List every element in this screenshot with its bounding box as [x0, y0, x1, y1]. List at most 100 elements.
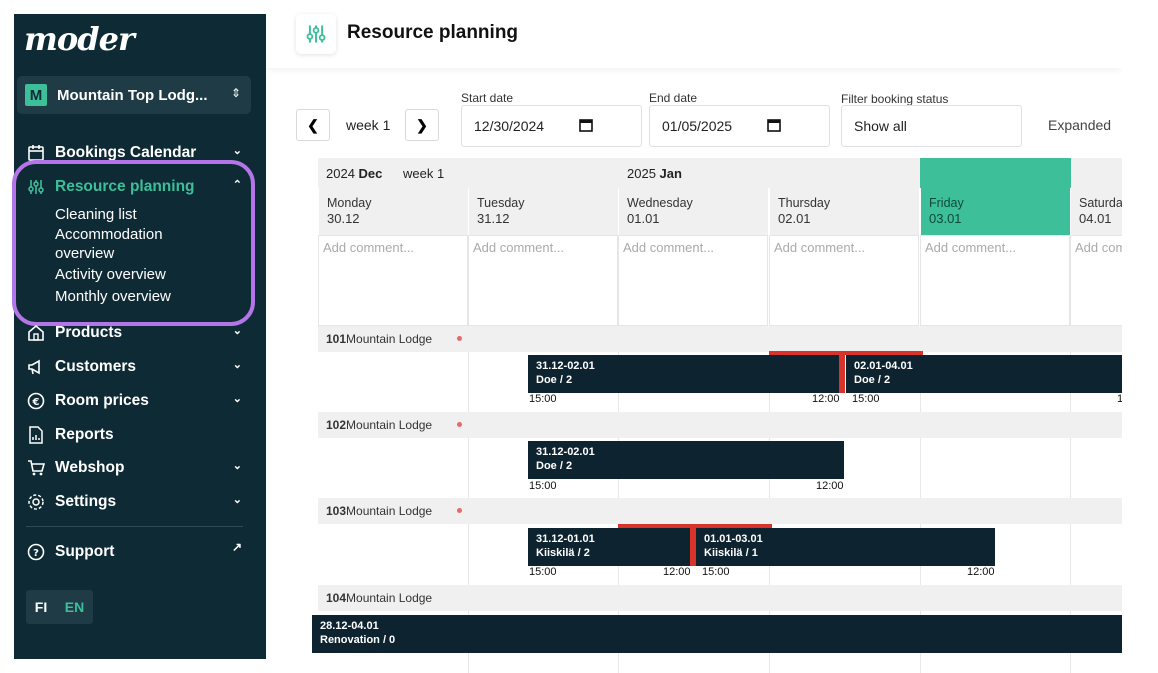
chevron-updown-icon: ⇕	[230, 86, 241, 100]
gear-icon	[26, 492, 46, 512]
end-date-input[interactable]: 01/05/2025	[649, 105, 830, 147]
room-row-104[interactable]: 104Mountain Lodge	[318, 585, 1122, 611]
comment-field[interactable]: Add comment...	[1070, 235, 1122, 326]
start-date-value: 12/30/2024	[474, 118, 545, 134]
external-link-icon: ↗	[231, 540, 242, 554]
nav-label: Settings	[55, 493, 117, 510]
nav-settings[interactable]: Settings ⌄	[26, 489, 244, 515]
nav-reports[interactable]: Reports	[26, 422, 244, 448]
moder-logo: moder	[24, 20, 135, 58]
lang-fi[interactable]: FI	[35, 599, 47, 615]
nav-support[interactable]: ? Support ↗	[26, 539, 244, 565]
day-header: Tuesday 31.12	[468, 188, 618, 235]
chevron-left-icon: ❮	[307, 116, 319, 133]
filter-status-select[interactable]: Show all	[841, 105, 1022, 147]
status-dot	[457, 336, 462, 341]
room-row-103[interactable]: 103Mountain Lodge	[318, 498, 1122, 524]
checkin-time: 15:00	[852, 393, 880, 405]
today-column-top	[920, 158, 1071, 188]
end-date-label: End date	[649, 91, 698, 105]
week-label-grid: week 1	[403, 166, 445, 181]
status-dot	[457, 422, 462, 427]
expanded-toggle[interactable]: Expanded	[1048, 117, 1111, 133]
day-header-today: Friday 03.01	[920, 188, 1070, 235]
start-date-input[interactable]: 12/30/2024	[461, 105, 642, 147]
checkout-time: 12:00	[816, 480, 844, 492]
checkin-time: 15:00	[529, 566, 557, 578]
comment-field[interactable]: Add comment...	[920, 235, 1070, 326]
nav-label: Room prices	[55, 392, 149, 409]
top-bar: Resource planning	[266, 0, 1122, 68]
sidebar-divider	[26, 526, 243, 527]
nav-customers[interactable]: Customers ⌄	[26, 354, 244, 380]
room-row-102[interactable]: 102Mountain Lodge	[318, 412, 1122, 438]
booking-block[interactable]: 31.12-02.01 Doe / 2	[528, 355, 844, 393]
booking-block[interactable]: 31.12-01.01 Kiiskilä / 2	[528, 528, 693, 566]
calendar-icon[interactable]	[579, 118, 593, 135]
comment-field[interactable]: Add comment...	[468, 235, 618, 326]
filter-status-label: Filter booking status	[841, 92, 949, 106]
nav-room-prices[interactable]: € Room prices ⌄	[26, 388, 244, 414]
day-header: Saturday04.01	[1070, 188, 1122, 235]
comment-field[interactable]: Add comment...	[769, 235, 919, 326]
org-name: Mountain Top Lodg...	[57, 86, 208, 104]
status-dot	[457, 508, 462, 513]
checkout-time: 12:00	[967, 566, 995, 578]
next-week-button[interactable]: ❯	[405, 109, 439, 141]
comment-field[interactable]: Add comment...	[618, 235, 768, 326]
conflict-marker	[839, 355, 845, 393]
nav-products[interactable]: Products ⌄	[26, 320, 244, 346]
resource-grid: 2024 Dec week 1 2025 Jan Monday 30.12 Tue…	[312, 158, 1122, 673]
language-switcher[interactable]: FI EN	[26, 590, 93, 624]
help-icon: ?	[26, 542, 46, 562]
checkout-time: 12:00	[812, 393, 840, 405]
nav-webshop[interactable]: Webshop ⌄	[26, 455, 244, 481]
nav-label: Support	[55, 543, 115, 560]
booking-block-renovation[interactable]: 28.12-04.01 Renovation / 0	[312, 615, 1122, 653]
chevron-down-icon: ⌄	[232, 494, 242, 506]
chevron-down-icon: ⌄	[232, 325, 242, 337]
checkout-time: 1	[1117, 393, 1122, 405]
sliders-icon	[296, 14, 336, 54]
booking-block[interactable]: 31.12-02.01 Doe / 2	[528, 441, 844, 479]
checkin-time: 15:00	[529, 393, 557, 405]
month-label-jan: 2025 Jan	[627, 166, 682, 181]
chevron-down-icon: ⌄	[232, 460, 242, 472]
report-icon	[26, 425, 46, 445]
week-label: week 1	[346, 117, 391, 133]
selection-highlight	[12, 160, 255, 326]
lang-en[interactable]: EN	[65, 599, 84, 615]
day-header: Wednesday 01.01	[618, 188, 768, 235]
prev-week-button[interactable]: ❮	[296, 109, 330, 141]
room-row-101[interactable]: 101Mountain Lodge	[318, 326, 1122, 352]
sidebar: moder M Mountain Top Lodg... ⇕ Bookings …	[12, 14, 266, 659]
end-date-value: 01/05/2025	[662, 118, 733, 134]
svg-text:?: ?	[33, 548, 39, 559]
nav-label: Webshop	[55, 459, 125, 476]
euro-icon: €	[26, 391, 46, 411]
booking-block[interactable]: 01.01-03.01 Kiiskilä / 1	[696, 528, 995, 566]
nav-label: Products	[55, 324, 123, 341]
chevron-down-icon: ⌄	[232, 359, 242, 371]
calendar-icon[interactable]	[767, 118, 781, 135]
nav-label: Customers	[55, 358, 136, 375]
checkout-time: 12:00	[663, 566, 691, 578]
chevron-right-icon: ❯	[416, 116, 428, 133]
nav-label: Reports	[55, 426, 114, 443]
comment-field[interactable]: Add comment...	[318, 235, 468, 326]
day-header: Thursday 02.01	[769, 188, 919, 235]
main-content: Resource planning ❮ week 1 ❯ Start date …	[266, 0, 1122, 673]
page-title: Resource planning	[347, 22, 519, 43]
filter-status-value: Show all	[854, 118, 907, 134]
start-date-label: Start date	[461, 91, 514, 105]
megaphone-icon	[26, 357, 46, 377]
booking-block[interactable]: 02.01-04.01 Doe / 2	[846, 355, 1122, 393]
org-badge: M	[25, 84, 47, 106]
chevron-down-icon: ⌄	[232, 393, 242, 405]
svg-text:€: €	[32, 397, 40, 408]
cart-icon	[26, 458, 46, 478]
checkin-time: 15:00	[702, 566, 730, 578]
org-switcher[interactable]: M Mountain Top Lodg... ⇕	[17, 76, 251, 114]
month-label-dec: 2024 Dec	[326, 166, 383, 181]
day-header: Monday 30.12	[318, 188, 468, 235]
